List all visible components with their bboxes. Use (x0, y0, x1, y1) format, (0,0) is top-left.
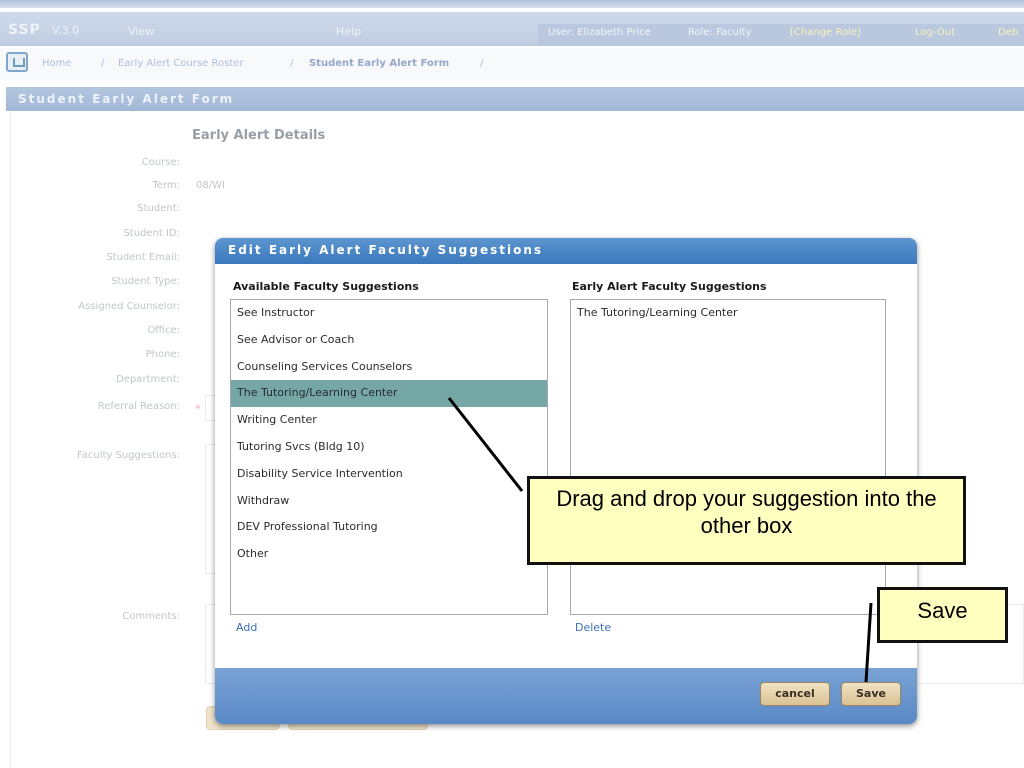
dialog-title-bar[interactable]: Edit Early Alert Faculty Suggestions (215, 238, 917, 264)
cancel-button[interactable]: cancel (760, 682, 830, 706)
selected-suggestions-heading: Early Alert Faculty Suggestions (572, 280, 767, 293)
available-suggestion-item[interactable]: The Tutoring/Learning Center (231, 380, 547, 408)
dialog-title: Edit Early Alert Faculty Suggestions (228, 243, 544, 257)
save-button[interactable]: Save (841, 682, 901, 706)
delete-link[interactable]: Delete (575, 621, 611, 634)
dialog-footer: cancel Save (215, 668, 917, 724)
add-link[interactable]: Add (236, 621, 257, 634)
available-suggestion-item[interactable]: See Instructor (231, 300, 547, 327)
save-callout: Save (877, 587, 1008, 643)
available-suggestion-item[interactable]: Other (231, 541, 547, 568)
available-suggestion-item[interactable]: Withdraw (231, 488, 547, 515)
available-suggestion-item[interactable]: Disability Service Intervention (231, 461, 547, 488)
available-suggestions-list[interactable]: See Instructor See Advisor or Coach Counse… (230, 299, 548, 615)
available-suggestion-item[interactable]: See Advisor or Coach (231, 327, 547, 354)
drag-drop-callout: Drag and drop your suggestion into the o… (527, 476, 966, 565)
selected-suggestions-list[interactable]: The Tutoring/Learning Center (570, 299, 886, 615)
available-suggestion-item[interactable]: DEV Professional Tutoring (231, 514, 547, 541)
available-suggestion-item[interactable]: Writing Center (231, 407, 547, 434)
available-suggestion-item[interactable]: Tutoring Svcs (Bldg 10) (231, 434, 547, 461)
available-suggestion-item[interactable]: Counseling Services Counselors (231, 354, 547, 381)
selected-suggestion-item[interactable]: The Tutoring/Learning Center (571, 300, 885, 327)
available-suggestions-heading: Available Faculty Suggestions (233, 280, 419, 293)
